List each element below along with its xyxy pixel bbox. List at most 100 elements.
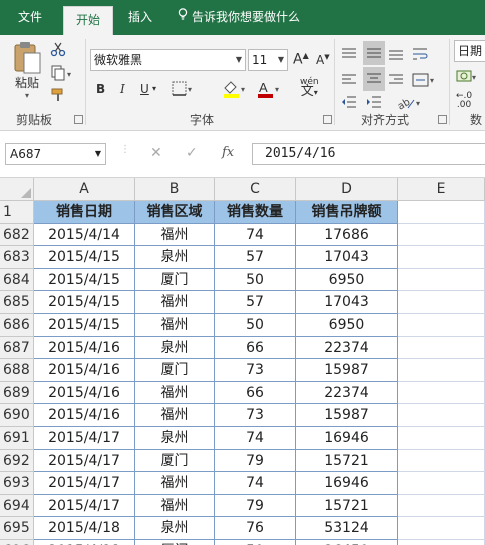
row-header[interactable]: 696 xyxy=(0,540,34,545)
table-cell[interactable]: 2015/4/16 xyxy=(34,336,135,360)
align-center-icon[interactable] xyxy=(363,67,385,91)
table-cell[interactable] xyxy=(398,540,485,545)
table-cell[interactable] xyxy=(398,494,485,518)
table-cell[interactable] xyxy=(398,314,485,337)
table-cell[interactable] xyxy=(398,472,485,495)
italic-button[interactable]: I xyxy=(120,82,125,96)
table-cell[interactable]: 福州 xyxy=(135,223,215,247)
table-cell[interactable]: 2015/4/15 xyxy=(34,291,135,314)
table-cell[interactable]: 79 xyxy=(215,449,296,473)
cancel-icon[interactable]: ✕ xyxy=(150,145,162,161)
tab-insert[interactable]: 插入 xyxy=(118,0,162,35)
table-cell[interactable]: 泉州 xyxy=(135,427,215,450)
align-right-icon[interactable] xyxy=(388,73,404,90)
table-cell[interactable]: 福州 xyxy=(135,381,215,405)
table-cell[interactable]: 厦门 xyxy=(135,449,215,473)
insert-function-icon[interactable]: fx xyxy=(222,145,234,160)
row-header[interactable]: 692 xyxy=(0,449,34,473)
worksheet-grid[interactable]: A B C D E 1 销售日期 销售区域 销售数量 销售吊牌额 682 2015/4/14 福州 74 1… xyxy=(0,178,485,545)
header-cell[interactable]: 销售吊牌额 xyxy=(296,201,398,224)
row-header[interactable]: 691 xyxy=(0,427,34,450)
row-header[interactable]: 684 xyxy=(0,268,34,292)
row-header[interactable]: 686 xyxy=(0,314,34,337)
table-cell[interactable]: 6950 xyxy=(296,268,398,292)
table-cell[interactable] xyxy=(398,517,485,540)
font-color-icon[interactable]: A ▾ xyxy=(256,79,282,102)
table-cell[interactable]: 76 xyxy=(215,517,296,540)
table-cell[interactable] xyxy=(398,381,485,405)
table-cell[interactable]: 16946 xyxy=(296,472,398,495)
grow-font-button[interactable]: A▲ xyxy=(293,51,309,68)
table-cell[interactable]: 74 xyxy=(215,472,296,495)
fill-color-icon[interactable]: ▾ xyxy=(222,79,248,102)
table-cell[interactable] xyxy=(398,291,485,314)
row-header[interactable]: 687 xyxy=(0,336,34,360)
table-cell[interactable]: 16946 xyxy=(296,427,398,450)
currency-icon[interactable]: ▾ xyxy=(456,68,478,87)
table-cell[interactable]: 2015/4/17 xyxy=(34,449,135,473)
formula-input[interactable]: 2015/4/16 xyxy=(252,143,485,165)
column-header[interactable]: B xyxy=(135,178,215,201)
table-cell[interactable] xyxy=(398,449,485,473)
table-cell[interactable]: 74 xyxy=(215,223,296,247)
table-cell[interactable]: 53124 xyxy=(296,517,398,540)
table-cell[interactable]: 26450 xyxy=(296,540,398,545)
table-cell[interactable]: 17686 xyxy=(296,223,398,247)
phonetic-button[interactable]: wén 文▾ xyxy=(300,77,319,98)
paste-button[interactable]: 粘贴 ▾ xyxy=(10,41,44,100)
table-cell[interactable]: 2015/4/14 xyxy=(34,223,135,247)
table-cell[interactable] xyxy=(398,359,485,382)
table-cell[interactable] xyxy=(398,223,485,247)
header-cell[interactable] xyxy=(398,201,485,224)
table-cell[interactable]: 泉州 xyxy=(135,517,215,540)
table-cell[interactable]: 厦门 xyxy=(135,359,215,382)
increase-indent-icon[interactable] xyxy=(366,95,382,112)
table-cell[interactable]: 泉州 xyxy=(135,336,215,360)
table-cell[interactable]: 15987 xyxy=(296,359,398,382)
table-cell[interactable]: 2015/4/16 xyxy=(34,381,135,405)
column-header[interactable]: D xyxy=(296,178,398,201)
table-cell[interactable]: 2015/4/17 xyxy=(34,427,135,450)
table-cell[interactable] xyxy=(398,427,485,450)
tab-home[interactable]: 开始 xyxy=(63,6,113,35)
row-header[interactable]: 682 xyxy=(0,223,34,247)
table-cell[interactable]: 2015/4/18 xyxy=(34,517,135,540)
align-top-icon[interactable] xyxy=(341,47,357,64)
table-cell[interactable]: 57 xyxy=(215,291,296,314)
tab-file[interactable]: 文件 xyxy=(8,0,52,35)
row-header[interactable]: 685 xyxy=(0,291,34,314)
table-cell[interactable]: 2015/4/15 xyxy=(34,314,135,337)
table-cell[interactable] xyxy=(398,246,485,269)
table-cell[interactable]: 福州 xyxy=(135,314,215,337)
clipboard-launcher-icon[interactable] xyxy=(74,115,83,124)
alignment-launcher-icon[interactable] xyxy=(438,115,447,124)
row-header[interactable]: 694 xyxy=(0,494,34,518)
table-cell[interactable] xyxy=(398,404,485,427)
row-header[interactable]: 689 xyxy=(0,381,34,405)
table-cell[interactable]: 2015/4/15 xyxy=(34,268,135,292)
column-header[interactable]: A xyxy=(34,178,135,201)
align-middle-icon[interactable] xyxy=(363,41,385,65)
table-cell[interactable]: 2015/4/18 xyxy=(34,540,135,545)
table-cell[interactable]: 22374 xyxy=(296,336,398,360)
column-header[interactable]: E xyxy=(398,178,485,201)
row-header[interactable]: 688 xyxy=(0,359,34,382)
merge-center-icon[interactable]: ▾ xyxy=(412,73,438,90)
table-cell[interactable]: 50 xyxy=(215,268,296,292)
bold-button[interactable]: B xyxy=(96,82,105,96)
font-name-select[interactable]: 微软雅黑 ▼ xyxy=(90,49,246,71)
header-cell[interactable]: 销售日期 xyxy=(34,201,135,224)
row-header[interactable]: 693 xyxy=(0,472,34,495)
enter-icon[interactable]: ✓ xyxy=(186,145,198,161)
align-bottom-icon[interactable] xyxy=(388,47,404,64)
table-cell[interactable]: 厦门 xyxy=(135,540,215,545)
table-cell[interactable]: 74 xyxy=(215,427,296,450)
table-cell[interactable] xyxy=(398,268,485,292)
table-cell[interactable]: 73 xyxy=(215,359,296,382)
decrease-indent-icon[interactable] xyxy=(341,95,357,112)
table-cell[interactable]: 50 xyxy=(215,314,296,337)
select-all-button[interactable] xyxy=(0,178,34,201)
number-format-select[interactable]: 日期 xyxy=(454,40,485,62)
table-cell[interactable]: 73 xyxy=(215,404,296,427)
font-launcher-icon[interactable] xyxy=(323,115,332,124)
